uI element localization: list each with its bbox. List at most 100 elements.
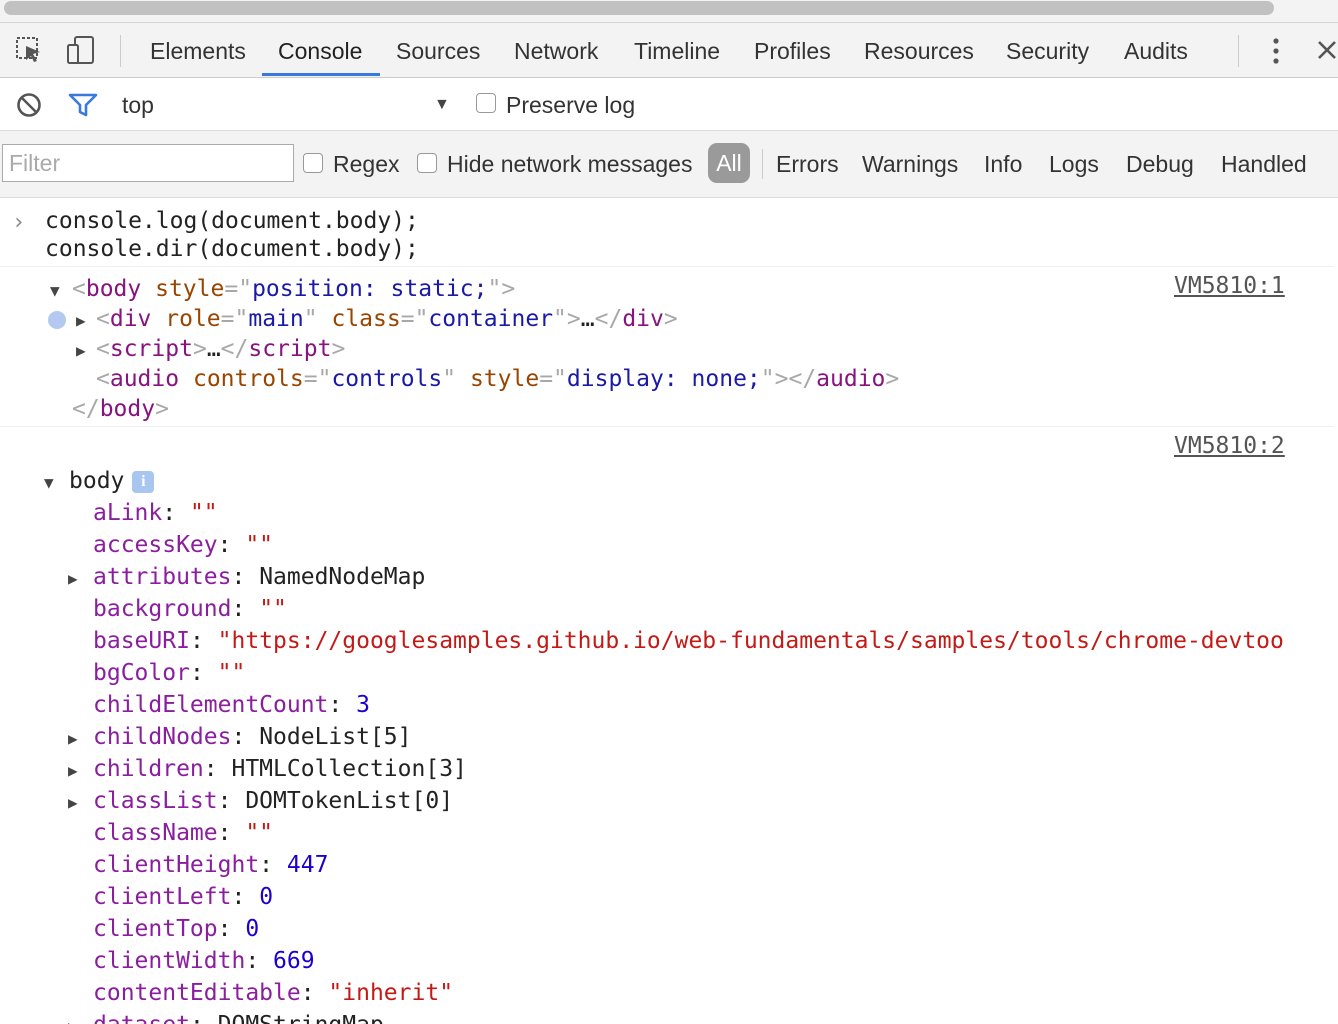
context-selector[interactable]: top — [122, 92, 154, 119]
preserve-log-label: Preserve log — [506, 92, 636, 118]
property-value: NamedNodeMap — [259, 564, 426, 590]
expand-toggle-icon[interactable]: ▶ — [76, 341, 86, 360]
device-mode-icon[interactable] — [66, 35, 96, 65]
property-row[interactable]: baseURI: "https://googlesamples.github.i… — [93, 626, 1284, 656]
property-colon: : — [189, 660, 218, 686]
property-value: "inherit" — [328, 980, 454, 1006]
tab-resources[interactable]: Resources — [864, 23, 974, 77]
tab-timeline[interactable]: Timeline — [634, 23, 720, 77]
dir-root[interactable]: body i — [69, 466, 155, 496]
property-row[interactable]: background: "" — [93, 594, 287, 624]
info-icon: i — [132, 471, 155, 493]
property-key: bgColor — [93, 660, 190, 686]
property-row[interactable]: aLink: "" — [93, 498, 218, 528]
expand-toggle-icon[interactable]: ▶ — [68, 569, 78, 588]
clear-console-icon[interactable] — [16, 92, 42, 123]
property-row[interactable]: bgColor: "" — [93, 658, 245, 688]
tab-network[interactable]: Network — [514, 23, 598, 77]
property-colon: : — [203, 756, 232, 782]
tab-elements[interactable]: Elements — [150, 23, 246, 77]
property-key: dataset — [93, 1012, 190, 1024]
level-all-button[interactable]: All — [708, 143, 750, 183]
property-value: 3 — [356, 692, 370, 718]
expand-toggle-icon[interactable]: ▶ — [68, 1017, 78, 1024]
more-options-icon[interactable] — [1266, 35, 1286, 67]
tab-audits[interactable]: Audits — [1124, 23, 1188, 77]
level-warnings-button[interactable]: Warnings — [862, 151, 958, 178]
scrollbar-thumb[interactable] — [4, 1, 1274, 15]
level-handled-button[interactable]: Handled — [1221, 151, 1307, 178]
property-colon: : — [217, 788, 246, 814]
dom-node-div[interactable]: <div role="main" class="container">…</di… — [96, 304, 678, 334]
breakpoint-dot-icon — [48, 311, 66, 329]
property-row[interactable]: attributes: NamedNodeMap — [93, 562, 425, 592]
message-divider — [0, 266, 1334, 267]
property-key: aLink — [93, 500, 163, 526]
property-value: DOMStringMap — [218, 1012, 384, 1024]
property-row[interactable]: classList: DOMTokenList[0] — [93, 786, 453, 816]
command-line: console.dir(document.body); — [45, 236, 419, 262]
preserve-log-checkbox[interactable] — [476, 93, 496, 113]
level-logs-button[interactable]: Logs — [1049, 151, 1099, 178]
level-info-button[interactable]: Info — [984, 151, 1022, 178]
message-divider — [0, 426, 1334, 427]
console-messages[interactable]: › console.log(document.body); console.di… — [0, 198, 1338, 1024]
source-link[interactable]: VM5810:2 — [1174, 433, 1285, 459]
expand-toggle-icon[interactable]: ▶ — [68, 793, 78, 812]
property-key: childNodes — [93, 724, 232, 750]
property-row[interactable]: clientLeft: 0 — [93, 882, 273, 912]
expand-toggle-icon[interactable]: ▼ — [44, 473, 54, 492]
property-value: "" — [245, 532, 274, 558]
horizontal-scrollbar[interactable] — [0, 0, 1338, 23]
property-row[interactable]: childElementCount: 3 — [93, 690, 370, 720]
expand-toggle-icon[interactable]: ▶ — [68, 729, 78, 748]
devtools-tab-bar: Elements Console Sources Network Timelin… — [0, 23, 1338, 78]
dom-node-script[interactable]: <script>…</script> — [96, 334, 345, 364]
property-row[interactable]: children: HTMLCollection[3] — [93, 754, 467, 784]
property-value: 669 — [273, 948, 315, 974]
command-line: console.log(document.body); — [45, 208, 419, 234]
property-row[interactable]: dataset: DOMStringMap — [93, 1010, 384, 1024]
property-value: NodeList[5] — [259, 724, 412, 750]
property-row[interactable]: clientWidth: 669 — [93, 946, 315, 976]
property-value: 447 — [286, 852, 329, 878]
dom-node-audio[interactable]: <audio controls="controls" style="displa… — [96, 364, 899, 394]
level-errors-button[interactable]: Errors — [776, 151, 839, 178]
dom-node-body-close[interactable]: </body> — [72, 394, 169, 424]
tab-sources[interactable]: Sources — [396, 23, 480, 77]
tab-console[interactable]: Console — [278, 23, 362, 77]
property-colon: : — [231, 564, 260, 590]
filter-toggle-icon[interactable] — [68, 92, 98, 123]
regex-checkbox[interactable] — [303, 153, 323, 173]
expand-toggle-icon[interactable]: ▶ — [68, 761, 78, 780]
chevron-down-icon[interactable]: ▼ — [434, 96, 450, 114]
property-row[interactable]: className: "" — [93, 818, 273, 848]
inspect-element-icon[interactable] — [14, 35, 44, 65]
property-colon: : — [231, 596, 260, 622]
property-colon: : — [190, 1012, 218, 1024]
property-row[interactable]: clientTop: 0 — [93, 914, 259, 944]
property-value: "https://googlesamples.github.io/web-fun… — [217, 628, 1284, 654]
expand-toggle-icon[interactable]: ▼ — [50, 281, 60, 300]
tab-profiles[interactable]: Profiles — [754, 23, 831, 77]
toolbar-divider — [1238, 35, 1239, 67]
source-link[interactable]: VM5810:1 — [1174, 273, 1285, 299]
filter-input[interactable] — [2, 144, 294, 182]
hide-network-checkbox[interactable] — [417, 153, 437, 173]
console-toolbar: top ▼ Preserve log — [0, 78, 1338, 131]
property-key: contentEditable — [93, 980, 301, 1006]
property-row[interactable]: childNodes: NodeList[5] — [93, 722, 412, 752]
property-key: childElementCount — [93, 692, 329, 718]
dom-node-body[interactable]: <body style="position: static;"> — [72, 274, 515, 304]
level-debug-button[interactable]: Debug — [1126, 151, 1194, 178]
tab-security[interactable]: Security — [1006, 23, 1089, 77]
close-devtools-icon[interactable] — [1316, 37, 1338, 68]
active-tab-indicator — [262, 73, 380, 76]
property-row[interactable]: accessKey: "" — [93, 530, 273, 560]
property-key: baseURI — [93, 628, 190, 654]
property-value: DOMTokenList[0] — [245, 788, 454, 814]
property-row[interactable]: clientHeight: 447 — [93, 850, 328, 880]
hide-network-label: Hide network messages — [447, 151, 693, 177]
expand-toggle-icon[interactable]: ▶ — [76, 311, 86, 330]
property-row[interactable]: contentEditable: "inherit" — [93, 978, 453, 1008]
